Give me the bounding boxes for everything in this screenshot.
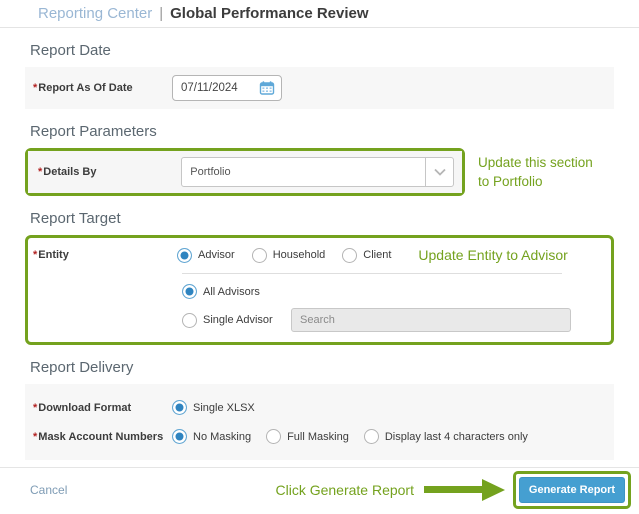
annotation-box-report-target: *Entity Advisor Household Client Update … bbox=[25, 235, 614, 345]
radio-button-icon[interactable] bbox=[182, 312, 197, 328]
radio-full-masking[interactable]: Full Masking bbox=[266, 429, 349, 444]
radio-button-icon[interactable] bbox=[172, 429, 187, 444]
arrow-right-annotation-icon bbox=[424, 478, 505, 501]
radio-entity-household[interactable]: Household bbox=[251, 247, 325, 263]
generate-report-button[interactable]: Generate Report bbox=[519, 476, 625, 503]
cancel-link[interactable]: Cancel bbox=[30, 483, 67, 497]
radio-all-advisors[interactable]: All Advisors bbox=[182, 284, 611, 299]
report-date-band: *Report As Of Date 07/11/2024 bbox=[25, 67, 614, 109]
download-format-label: *Download Format bbox=[33, 401, 132, 414]
annotation-update-to-portfolio: Update this section to Portfolio bbox=[478, 155, 593, 189]
calendar-icon[interactable] bbox=[259, 80, 275, 96]
section-heading-report-date: Report Date bbox=[30, 42, 111, 59]
details-by-select[interactable]: Portfolio bbox=[181, 157, 454, 187]
required-mark: * bbox=[33, 430, 38, 443]
target-divider bbox=[182, 273, 562, 274]
radio-button-icon[interactable] bbox=[266, 429, 282, 444]
chevron-down-icon[interactable] bbox=[425, 158, 453, 186]
report-as-of-date-input[interactable]: 07/11/2024 bbox=[172, 75, 282, 101]
entity-label: *Entity bbox=[33, 249, 69, 261]
details-by-label: *Details By bbox=[38, 166, 97, 178]
radio-entity-client[interactable]: Client bbox=[342, 247, 391, 263]
radio-button-icon[interactable] bbox=[177, 247, 192, 263]
required-mark: * bbox=[33, 249, 38, 261]
page-title: Global Performance Review bbox=[170, 5, 369, 22]
annotation-click-generate: Click Generate Report bbox=[275, 481, 414, 498]
required-mark: * bbox=[33, 401, 38, 414]
radio-button-icon[interactable] bbox=[363, 429, 379, 444]
section-heading-report-parameters: Report Parameters bbox=[30, 123, 157, 140]
reporting-center-page: Reporting Center | Global Performance Re… bbox=[0, 0, 639, 514]
radio-button-icon[interactable] bbox=[251, 247, 267, 263]
breadcrumb-separator: | bbox=[159, 5, 164, 22]
advisor-search-input[interactable]: Search bbox=[291, 308, 571, 332]
page-header: Reporting Center | Global Performance Re… bbox=[0, 0, 639, 28]
breadcrumb[interactable]: Reporting Center bbox=[38, 5, 152, 22]
radio-single-advisor[interactable]: Single Advisor Search bbox=[182, 308, 611, 332]
report-delivery-band: *Download Format Single XLSX *Mask Accou… bbox=[25, 384, 614, 460]
mask-account-numbers-label: *Mask Account Numbers bbox=[33, 430, 164, 443]
radio-button-icon[interactable] bbox=[182, 284, 197, 299]
radio-button-icon[interactable] bbox=[172, 400, 187, 415]
section-heading-report-target: Report Target bbox=[30, 210, 121, 227]
radio-display-last-4[interactable]: Display last 4 characters only bbox=[363, 429, 528, 444]
section-heading-report-delivery: Report Delivery bbox=[30, 359, 134, 376]
radio-single-xlsx[interactable]: Single XLSX bbox=[172, 400, 255, 415]
radio-no-masking[interactable]: No Masking bbox=[172, 429, 251, 444]
radio-entity-advisor[interactable]: Advisor bbox=[177, 247, 235, 263]
annotation-box-details-by: *Details By Portfolio bbox=[25, 148, 465, 196]
report-as-of-date-label: *Report As Of Date bbox=[33, 82, 133, 94]
date-value: 07/11/2024 bbox=[181, 82, 238, 94]
details-by-selected-value: Portfolio bbox=[190, 166, 231, 178]
required-mark: * bbox=[33, 82, 38, 94]
required-mark: * bbox=[38, 166, 43, 178]
annotation-box-generate-button: Generate Report bbox=[513, 470, 631, 509]
form-footer: Cancel Click Generate Report Generate Re… bbox=[0, 467, 639, 511]
radio-button-icon[interactable] bbox=[342, 247, 358, 263]
annotation-update-entity: Update Entity to Advisor bbox=[418, 247, 568, 263]
